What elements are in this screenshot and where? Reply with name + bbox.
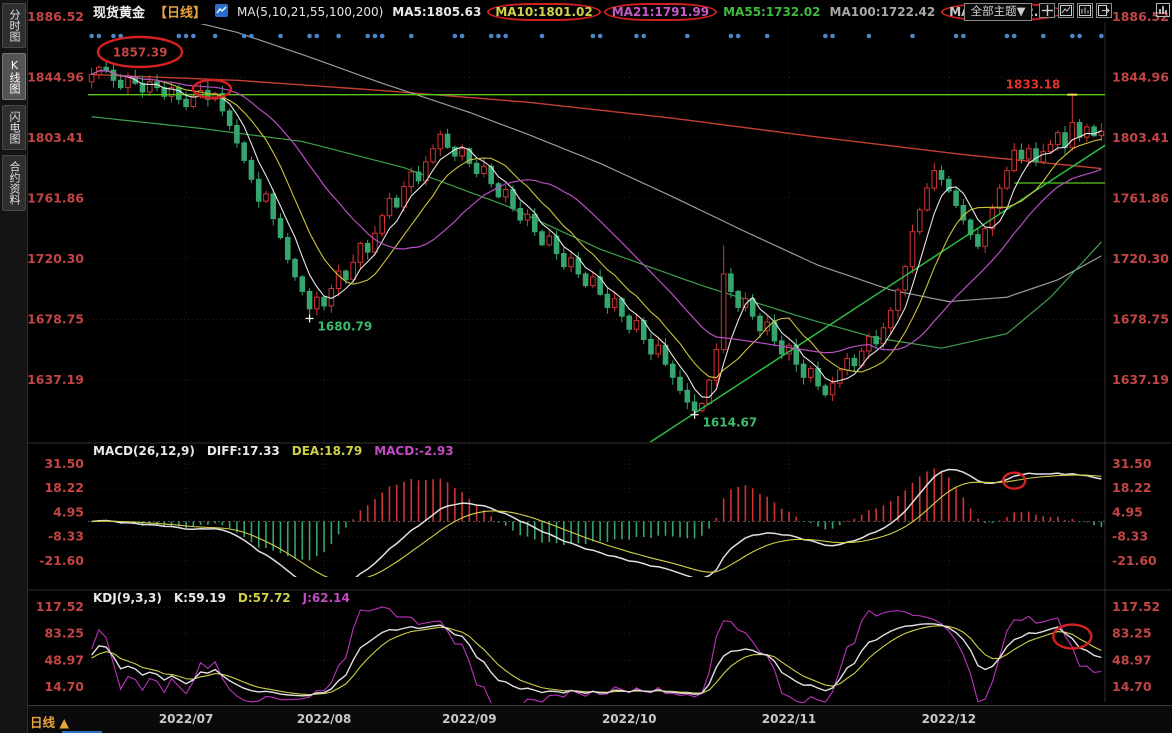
svg-text:1680.79: 1680.79 (318, 319, 373, 333)
pane-bars-icon[interactable] (1077, 3, 1093, 18)
left-sidebar: 分时图 K线图 闪电图 合约资料 (0, 0, 28, 733)
svg-text:4.95: 4.95 (53, 504, 84, 519)
svg-text:14.70: 14.70 (44, 679, 84, 694)
sidebar-item-time-chart[interactable]: 分时图 (2, 3, 26, 48)
macd-dea-value: DEA:18.79 (292, 444, 362, 458)
svg-text:1886.52: 1886.52 (27, 9, 84, 24)
x-axis-date: 2022/11 (754, 712, 824, 726)
svg-text:-8.33: -8.33 (48, 529, 84, 544)
header-ma21-value: MA21:1791.99 (604, 3, 717, 21)
chart-toolbar (1039, 3, 1112, 18)
macd-pane (88, 468, 1105, 591)
macd-diff-value: DIFF:17.33 (207, 444, 280, 458)
kdj-pane (92, 607, 1102, 712)
ma-group-label: MA(5,10,21,55,100,200) (237, 5, 383, 19)
header-ma5-value: MA5:1805.63 (392, 5, 481, 19)
svg-text:1803.41: 1803.41 (1112, 130, 1169, 145)
kdj-title: KDJ(9,3,3) (93, 591, 162, 605)
x-axis-date: 2022/07 (151, 712, 221, 726)
svg-text:31.50: 31.50 (1112, 456, 1152, 471)
theme-dropdown[interactable]: 全部主题▼ (964, 3, 1032, 21)
period-tag: 【日线】 (154, 2, 206, 21)
svg-text:-21.60: -21.60 (1112, 553, 1157, 568)
header-ma10-value: MA10:1801.02 (487, 3, 600, 21)
svg-text:18.22: 18.22 (44, 480, 84, 495)
svg-text:1678.75: 1678.75 (1112, 311, 1169, 326)
svg-text:1844.96: 1844.96 (1112, 69, 1169, 84)
trading-app-window: 分时图 K线图 闪电图 合约资料 现货黄金 【日线】 MA(5,10,21,55… (0, 0, 1172, 733)
svg-text:1637.19: 1637.19 (1112, 372, 1169, 387)
candlesticks (89, 59, 1103, 412)
annotation-labels: 1857.39 1833.18 1680.79 1614.67 (113, 45, 1077, 429)
svg-text:1720.30: 1720.30 (1112, 251, 1169, 266)
svg-text:1761.86: 1761.86 (27, 190, 84, 205)
svg-text:31.50: 31.50 (44, 456, 84, 471)
svg-text:1637.19: 1637.19 (27, 372, 84, 387)
x-axis-date: 2022/12 (914, 712, 984, 726)
slow-ma-lines (92, 3, 1102, 348)
time-axis-bar: 日线 ▲ 2022/07 2022/08 2022/09 2022/10 2022/11… (0, 705, 1172, 733)
x-axis-date: 2022/09 (434, 712, 504, 726)
svg-text:48.97: 48.97 (1112, 652, 1152, 667)
sidebar-item-contract-info[interactable]: 合约资料 (2, 155, 26, 211)
chart-type-icon (215, 4, 228, 20)
kdj-header: KDJ(9,3,3) K:59.19 D:57.72 J:62.14 (93, 591, 350, 605)
svg-text:1857.39: 1857.39 (113, 45, 168, 59)
x-axis-date: 2022/10 (594, 712, 664, 726)
macd-header: MACD(26,12,9) DIFF:17.33 DEA:18.79 MACD:… (93, 444, 454, 458)
svg-text:117.52: 117.52 (1112, 599, 1160, 614)
sidebar-item-kline-chart[interactable]: K线图 (2, 53, 26, 100)
svg-text:4.95: 4.95 (1112, 504, 1143, 519)
svg-text:18.22: 18.22 (1112, 480, 1152, 495)
symbol-title: 现货黄金 (93, 2, 145, 21)
header-ma55-value: MA55:1732.02 (723, 5, 820, 19)
mini-chart-icon[interactable] (1156, 2, 1170, 16)
svg-text:1720.30: 1720.30 (27, 251, 84, 266)
svg-text:48.97: 48.97 (44, 652, 84, 667)
chart-header: 现货黄金 【日线】 MA(5,10,21,55,100,200) MA5:180… (93, 3, 1060, 20)
svg-text:1833.18: 1833.18 (1006, 78, 1061, 92)
fast-ma-lines (92, 71, 1102, 398)
kdj-d-value: D:57.72 (238, 591, 291, 605)
sidebar-item-lightning-chart[interactable]: 闪电图 (2, 105, 26, 150)
svg-text:1761.86: 1761.86 (1112, 190, 1169, 205)
svg-text:1678.75: 1678.75 (27, 311, 84, 326)
svg-text:1803.41: 1803.41 (27, 130, 84, 145)
annotation-circles (98, 37, 1091, 649)
svg-text:117.52: 117.52 (36, 599, 84, 614)
svg-text:14.70: 14.70 (1112, 679, 1152, 694)
pane-chart-icon[interactable] (1058, 3, 1074, 18)
macd-value: MACD:-2.93 (374, 444, 453, 458)
crosshair-icon[interactable] (1039, 3, 1055, 18)
period-selector[interactable]: 日线 ▲ (30, 712, 69, 731)
kdj-j-value: J:62.14 (303, 591, 350, 605)
svg-text:83.25: 83.25 (44, 626, 84, 641)
header-ma100-value: MA100:1722.42 (830, 5, 936, 19)
svg-text:-8.33: -8.33 (1112, 529, 1148, 544)
svg-text:-21.60: -21.60 (39, 553, 84, 568)
svg-text:1614.67: 1614.67 (703, 416, 758, 430)
svg-text:83.25: 83.25 (1112, 626, 1152, 641)
kdj-k-value: K:59.19 (174, 591, 226, 605)
x-axis-date: 2022/08 (289, 712, 359, 726)
chart-canvas[interactable]: 1857.391833.181680.791614.671886.521886.… (0, 0, 1172, 733)
pane-export-icon[interactable] (1096, 3, 1112, 18)
svg-text:1844.96: 1844.96 (27, 69, 84, 84)
macd-title: MACD(26,12,9) (93, 444, 195, 458)
